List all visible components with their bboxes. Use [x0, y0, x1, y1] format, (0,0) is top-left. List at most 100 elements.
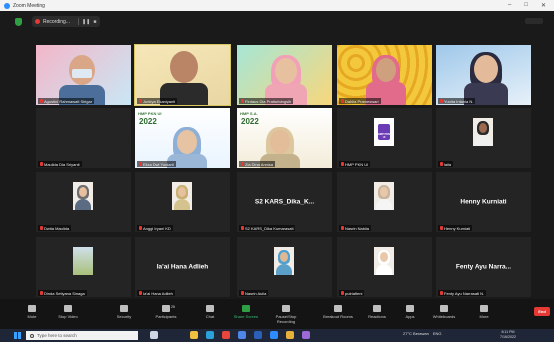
- participant-tile-p20[interactable]: Fenty Ayu Narra... Fenty Ayu Narrasati N.: [436, 237, 531, 297]
- pause-stop-icon: [282, 305, 290, 312]
- participant-display-name: Fenty Ayu Narra...: [455, 263, 512, 271]
- view-button[interactable]: [525, 18, 543, 24]
- record-label: Pause/Stop Recording: [275, 314, 297, 324]
- record-button[interactable]: Pause/Stop Recording: [266, 305, 306, 324]
- person-face: [380, 252, 388, 262]
- maximize-button[interactable]: □: [524, 2, 528, 9]
- participant-name: Zia Dina Annisa: [245, 161, 274, 167]
- video-thumbnail: [473, 118, 493, 146]
- muted-microphone-icon: [440, 226, 443, 230]
- stop-recording-button[interactable]: ■: [93, 19, 96, 25]
- participant-tile-p19[interactable]: putriafieni: [337, 237, 432, 297]
- hmp-logo: HMP PKN UI: [378, 124, 390, 140]
- task-view-icon[interactable]: [150, 331, 158, 339]
- weather-text[interactable]: 27°C Berawan: [403, 331, 429, 336]
- share-button[interactable]: Share Screen: [226, 305, 266, 319]
- participant-tile-p1[interactable]: Agustini Rahmawati Sirigar: [36, 45, 131, 105]
- participant-tile-p6[interactable]: Maulida Dia Sriyanti: [36, 108, 131, 168]
- participant-name-label: putriafieni: [339, 290, 365, 296]
- participant-tile-p13[interactable]: S2 KARS_Dika_K... S2 KARS_Dika Kumarasati: [237, 172, 332, 232]
- video-button[interactable]: Stop Video: [48, 305, 88, 319]
- rooms-button[interactable]: Breakout Rooms: [318, 305, 358, 319]
- word-icon[interactable]: [254, 331, 262, 339]
- muted-microphone-icon: [40, 99, 43, 103]
- virtual-background-banner: HMP S.A.: [240, 111, 258, 116]
- participants-button[interactable]: Participants 25: [146, 305, 186, 319]
- participant-tile-p17[interactable]: Ia'ai Hana Adlieh Ia'ai Hana Adlieh: [135, 237, 230, 297]
- participant-name-label: Nasrin Nabila: [339, 225, 372, 231]
- muted-microphone-icon: [241, 291, 244, 295]
- participant-tile-p2[interactable]: Jurkiya Ekaniyanti: [134, 44, 231, 106]
- person-face: [479, 123, 487, 133]
- pause-recording-button[interactable]: ❚❚: [82, 19, 90, 25]
- mute-button[interactable]: Mute: [12, 305, 52, 319]
- participant-display-name: S2 KARS_Dika_K...: [254, 198, 315, 206]
- end-meeting-button[interactable]: End: [534, 307, 550, 316]
- close-button[interactable]: ✕: [541, 2, 546, 9]
- system-tray: 27°C Berawan ENG: [403, 331, 442, 336]
- participant-tile-p7[interactable]: HMP PKN UI 2022 Eliza Dwi Yuniarti: [135, 108, 230, 168]
- whiteboards-button[interactable]: Whiteboards: [424, 305, 464, 319]
- ellipsis-icon: [480, 305, 488, 312]
- participant-tile-p8[interactable]: HMP S.A. 2022 Zia Dina Annisa: [237, 108, 332, 168]
- participant-name: Agustini Rahmawati Sirigar: [44, 98, 93, 104]
- language-indicator[interactable]: ENG: [433, 331, 442, 336]
- virtual-background-year: 2022: [139, 117, 157, 126]
- participant-name: Nasrin Nabila: [345, 225, 370, 231]
- person-body: [75, 199, 91, 210]
- person-face: [376, 58, 396, 82]
- participant-name: Maulida Dia Sriyanti: [44, 161, 80, 167]
- edge-icon[interactable]: [206, 331, 214, 339]
- chat-button[interactable]: Chat: [190, 305, 230, 319]
- participant-name-label: Jurkiya Ekaniyanti: [137, 98, 178, 104]
- participant-name-label: S2 KARS_Dika Kumarasati: [239, 225, 296, 231]
- mute-label: Mute: [27, 314, 37, 319]
- more-button[interactable]: More: [464, 305, 504, 319]
- participant-tile-p10[interactable]: laila: [436, 108, 531, 168]
- zoom-taskbar-icon[interactable]: [270, 331, 278, 339]
- windows-start-icon[interactable]: [14, 332, 21, 339]
- participant-name: Anggi Iryani KD: [143, 225, 171, 231]
- explorer-icon[interactable]: [190, 331, 198, 339]
- video-label: Stop Video: [58, 314, 78, 319]
- person-body: [276, 264, 292, 275]
- participant-tile-p4[interactable]: Dahlia Prameswari: [337, 45, 432, 105]
- participant-tile-p9[interactable]: HMP PKN UI HMP PKN UI: [337, 108, 432, 168]
- taskbar-search-input[interactable]: Type here to search: [26, 331, 138, 340]
- participant-tile-p5[interactable]: Yunita Intania N.: [436, 45, 531, 105]
- muted-microphone-icon: [40, 226, 43, 230]
- person-body: [174, 199, 190, 210]
- participant-tile-p11[interactable]: Dwita Maulida: [36, 172, 131, 232]
- participant-tile-p18[interactable]: Nasrin Aulia: [237, 237, 332, 297]
- minimize-button[interactable]: –: [508, 2, 511, 9]
- participant-tile-p15[interactable]: Henny Kurniati Henny Kurniati: [436, 172, 531, 232]
- video-thumbnail: [73, 182, 93, 210]
- chat-bubble-icon: [206, 305, 214, 312]
- participant-name: Nasrin Aulia: [245, 290, 267, 296]
- zoom-logo-icon: [4, 2, 10, 9]
- store-icon[interactable]: [238, 331, 246, 339]
- muted-microphone-icon: [341, 99, 344, 103]
- participant-tile-p14[interactable]: Nasrin Nabila: [337, 172, 432, 232]
- taskbar-clock[interactable]: 8:11 PM 7/16/2022: [500, 330, 516, 340]
- participant-name: S2 KARS_Dika Kumarasati: [245, 225, 294, 231]
- participant-name: Jurkiya Ekaniyanti: [143, 98, 176, 104]
- participant-tile-p3[interactable]: Firdaus Dia Pratiwiningsih: [237, 45, 332, 105]
- person-body: [376, 199, 392, 210]
- muted-microphone-icon: [241, 162, 244, 166]
- person-face: [280, 252, 288, 262]
- participant-name: Eliza Dwi Yuniarti: [143, 161, 174, 167]
- muted-microphone-icon: [440, 291, 443, 295]
- whiteboard-icon: [440, 305, 448, 312]
- chrome-icon[interactable]: [222, 331, 230, 339]
- participant-name: Firdaus Dia Pratiwiningsih: [245, 98, 292, 104]
- participant-tile-p12[interactable]: Anggi Iryani KD: [135, 172, 230, 232]
- folder-icon[interactable]: [286, 331, 294, 339]
- security-button[interactable]: Security: [104, 305, 144, 319]
- participant-name-label: Ia'ai Hana Adlieh: [137, 290, 175, 296]
- media-icon[interactable]: [302, 331, 310, 339]
- muted-microphone-icon: [139, 99, 142, 103]
- encryption-shield-icon[interactable]: [15, 18, 22, 26]
- hmp-logo-text: HMP PKN UI: [378, 133, 390, 139]
- participant-tile-p16[interactable]: Dinda Setiyana Sinaga: [36, 237, 131, 297]
